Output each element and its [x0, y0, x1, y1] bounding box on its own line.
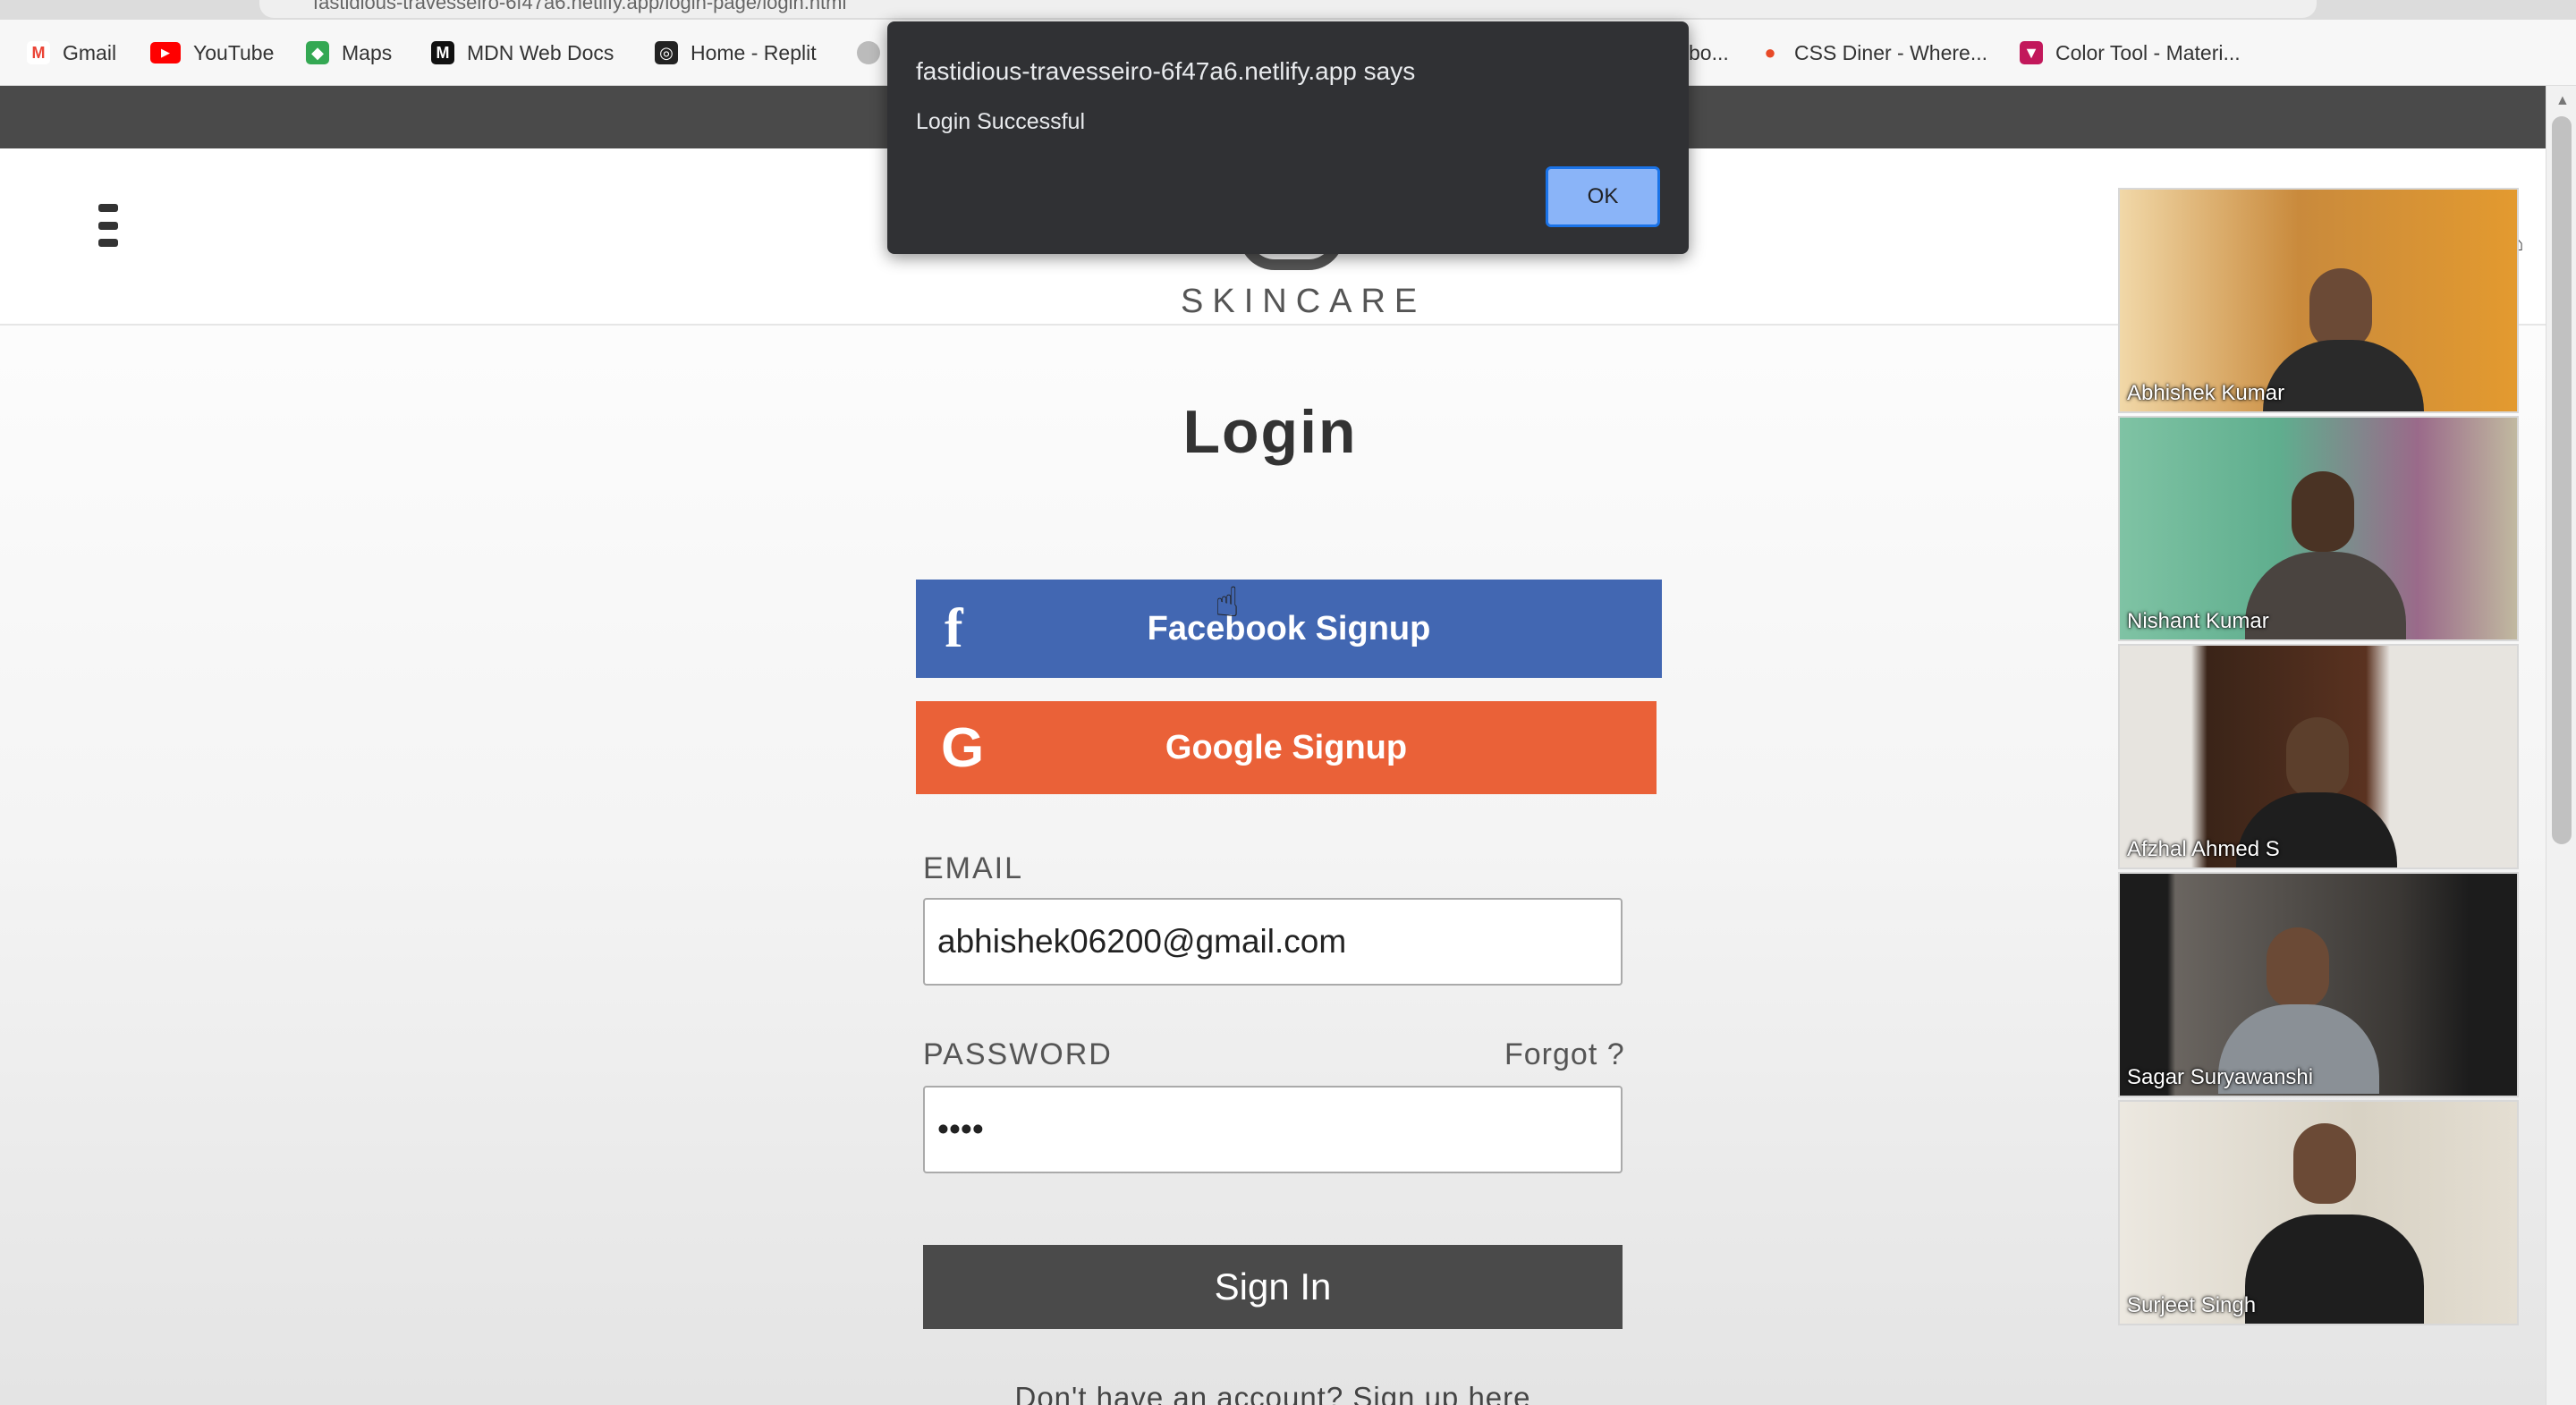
participant-name: Sagar Suryawanshi	[2127, 1065, 2314, 1089]
bookmark-maps[interactable]: ◆ Maps	[306, 38, 392, 68]
participant-name: Abhishek Kumar	[2127, 381, 2285, 405]
google-signup-button[interactable]: G Google Signup	[916, 701, 1657, 794]
participant-tile: Surjeet Singh	[2118, 1100, 2519, 1325]
replit-icon: ◎	[655, 41, 678, 64]
bookmark-label: CSS Diner - Where...	[1794, 40, 1987, 64]
bookmark-label: bo...	[1689, 40, 1729, 64]
participant-name: Nishant Kumar	[2127, 609, 2269, 633]
facebook-icon: f	[945, 597, 963, 659]
participant-tile: Sagar Suryawanshi	[2118, 872, 2519, 1097]
signup-link[interactable]: Don't have an account? Sign up here	[923, 1381, 1623, 1405]
bookmark-gmail[interactable]: M Gmail	[27, 38, 116, 68]
bookmark-truncated[interactable]: bo...	[1689, 38, 1729, 68]
scroll-thumb[interactable]	[2552, 116, 2572, 844]
participant-avatar	[2286, 717, 2349, 798]
google-icon: G	[941, 716, 985, 779]
google-signup-label: Google Signup	[1165, 728, 1408, 766]
hamburger-menu-icon[interactable]	[98, 204, 120, 247]
globe-icon	[857, 41, 880, 64]
facebook-signup-label: Facebook Signup	[1147, 609, 1431, 647]
page-scrollbar[interactable]: ▲	[2546, 86, 2576, 1405]
forgot-password-link[interactable]: Forgot ?	[1504, 1037, 1625, 1072]
participant-avatar	[2292, 471, 2354, 552]
bookmark-mdn[interactable]: M MDN Web Docs	[431, 38, 614, 68]
bookmark-label: YouTube	[193, 40, 275, 64]
participant-name: Afzhal Ahmed S	[2127, 837, 2280, 861]
css-diner-icon: ●	[1764, 41, 1776, 63]
participant-avatar	[2309, 268, 2372, 349]
bookmark-label: Gmail	[63, 40, 117, 64]
password-field[interactable]	[923, 1086, 1623, 1173]
participant-name: Surjeet Singh	[2127, 1293, 2257, 1317]
facebook-signup-button[interactable]: f Facebook Signup	[916, 580, 1662, 678]
participant-avatar	[2293, 1123, 2356, 1204]
gmail-icon: M	[27, 41, 50, 64]
dialog-ok-button[interactable]: OK	[1546, 166, 1660, 227]
sign-in-button[interactable]: Sign In	[923, 1245, 1623, 1329]
bookmark-youtube[interactable]: ▶ YouTube	[150, 38, 274, 68]
bookmark-label: Color Tool - Materi...	[2055, 40, 2241, 64]
password-label: PASSWORD	[923, 1037, 1113, 1071]
sign-in-label: Sign In	[1214, 1265, 1332, 1308]
bookmark-css-diner[interactable]: ● CSS Diner - Where...	[1758, 38, 1987, 68]
alert-dialog: fastidious-travesseiro-6f47a6.netlify.ap…	[887, 21, 1689, 254]
email-field[interactable]	[923, 898, 1623, 986]
bookmark-globe[interactable]	[857, 38, 880, 68]
dialog-message: Login Successful	[916, 109, 1086, 134]
hand-cursor-icon: ☝	[1215, 579, 1241, 625]
bookmark-replit[interactable]: ◎ Home - Replit	[655, 38, 817, 68]
page-title: Login	[1182, 398, 1358, 466]
email-label: EMAIL	[923, 851, 1024, 885]
bookmark-label: Home - Replit	[691, 40, 817, 64]
participant-tile: Abhishek Kumar	[2118, 188, 2519, 413]
youtube-icon: ▶	[150, 42, 181, 63]
color-tool-icon: ▼	[2020, 41, 2043, 64]
dialog-title: fastidious-travesseiro-6f47a6.netlify.ap…	[916, 57, 1416, 85]
participant-avatar	[2267, 927, 2329, 1008]
bookmark-label: Maps	[342, 40, 393, 64]
maps-icon: ◆	[306, 41, 329, 64]
mdn-icon: M	[431, 41, 454, 64]
participant-tile: Afzhal Ahmed S	[2118, 644, 2519, 869]
address-bar[interactable]: fastidious-travesseiro-6f47a6.netlify.ap…	[259, 0, 2317, 18]
participant-tile: Nishant Kumar	[2118, 416, 2519, 641]
scroll-up-arrow-icon[interactable]: ▲	[2555, 93, 2570, 109]
bookmark-color-tool[interactable]: ▼ Color Tool - Materi...	[2020, 38, 2241, 68]
bookmark-label: MDN Web Docs	[467, 40, 614, 64]
logo-text: SKINCARE	[1181, 283, 1427, 320]
